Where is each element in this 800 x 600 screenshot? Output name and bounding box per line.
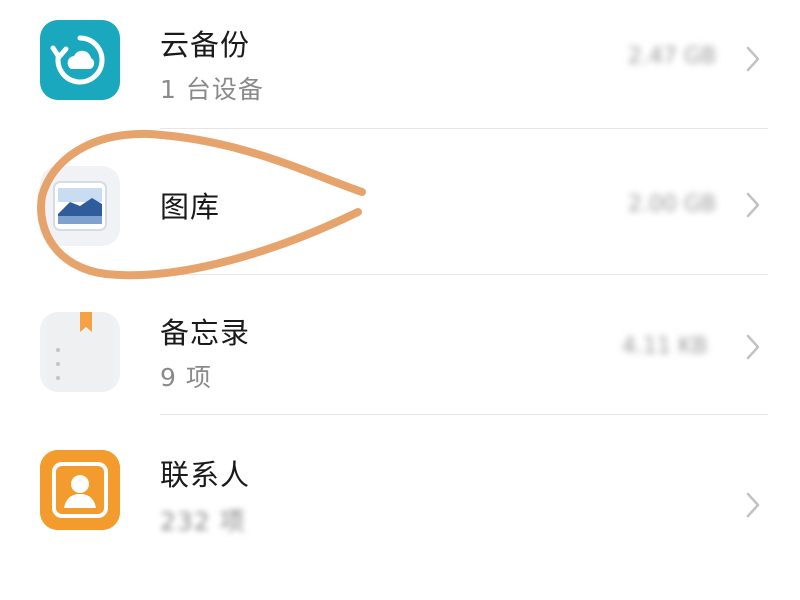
cloud-backup-size: 2.47 GB <box>628 44 717 69</box>
notes-size: 4.11 KB <box>622 334 708 359</box>
contacts-subtitle: 232 项 <box>160 507 246 536</box>
list-item-cloud-backup[interactable]: 云备份 1 台设备 2.47 GB <box>0 0 800 128</box>
notes-subtitle: 9 项 <box>160 363 212 392</box>
chevron-right-icon <box>742 490 764 520</box>
list-item-contacts[interactable]: 联系人 232 项 <box>0 414 800 564</box>
notes-icon <box>40 312 120 392</box>
list-item-notes[interactable]: 备忘录 9 项 4.11 KB <box>0 274 800 414</box>
cloud-backup-subtitle: 1 台设备 <box>160 75 264 104</box>
cloud-backup-title: 云备份 <box>160 28 251 62</box>
storage-item-list: 云备份 1 台设备 2.47 GB 图库 2.00 GB 备忘录 9 项 4.1… <box>0 0 800 600</box>
cloud-backup-icon <box>40 20 120 100</box>
gallery-title: 图库 <box>160 190 221 224</box>
contacts-title: 联系人 <box>160 458 251 492</box>
chevron-right-icon <box>742 44 764 74</box>
gallery-icon <box>40 166 120 246</box>
chevron-right-icon <box>742 190 764 220</box>
contacts-icon <box>40 450 120 530</box>
notes-title: 备忘录 <box>160 316 251 350</box>
chevron-right-icon <box>742 332 764 362</box>
list-item-gallery[interactable]: 图库 2.00 GB <box>0 128 800 274</box>
gallery-size: 2.00 GB <box>628 192 717 217</box>
